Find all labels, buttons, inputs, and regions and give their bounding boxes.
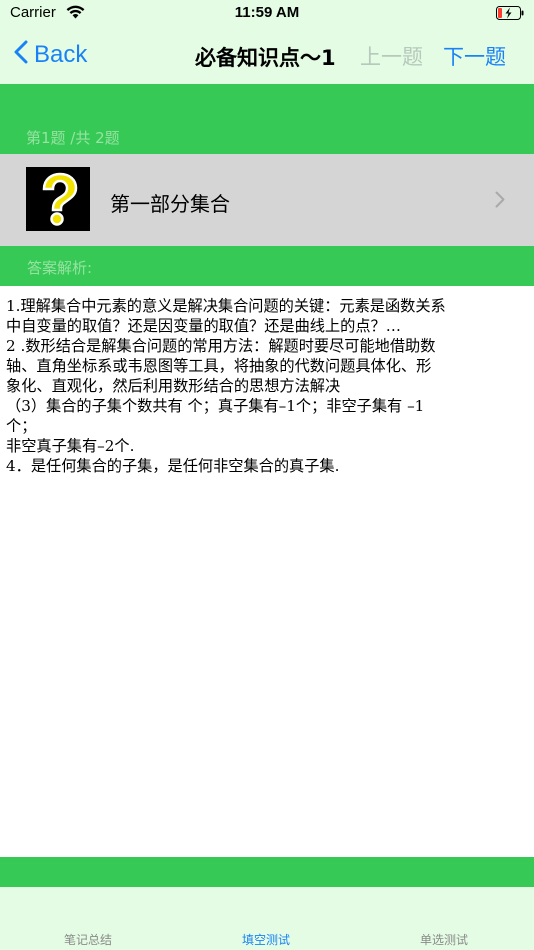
tab-single-choice-test[interactable]: 单选测试 xyxy=(384,931,504,948)
question-counter: 第1题 /共 2题 xyxy=(26,129,120,147)
tab-notes-summary[interactable]: 笔记总结 xyxy=(28,931,148,948)
status-time: 11:59 AM xyxy=(234,4,300,21)
answer-line: 非空真子集有–2个. xyxy=(6,437,135,455)
previous-question-button[interactable]: 上一题 xyxy=(360,41,423,71)
answer-label: 答案解析: xyxy=(27,259,93,277)
status-bar: Carrier 11:59 AM xyxy=(0,0,534,26)
back-label: Back xyxy=(34,41,88,68)
chevron-left-icon xyxy=(14,40,34,71)
answer-line: 轴、直角坐标系或韦恩图等工具，将抽象的代数问题具体化、形 xyxy=(6,357,432,375)
answer-line: 个； xyxy=(6,417,37,435)
back-button[interactable]: Back xyxy=(14,38,87,72)
question-counter-row: 第1题 /共 2题 xyxy=(0,118,534,154)
question-cell[interactable]: 第一部分集合 xyxy=(0,154,534,246)
answer-line: 2 .数形结合是解集合问题的常用方法：解题时要尽可能地借助数 xyxy=(6,337,436,355)
answer-line: （3）集合的子集个数共有 个；真子集有–1个；非空子集有 –1 xyxy=(6,397,425,415)
page-title: 必备知识点～1 xyxy=(195,46,336,70)
chevron-right-icon xyxy=(495,191,505,212)
tab-fill-in-test[interactable]: 填空测试 xyxy=(206,931,326,948)
answer-line: 象化、直观化，然后利用数形结合的思想方法解决 xyxy=(6,377,341,395)
header-green-band xyxy=(0,84,534,118)
next-question-button[interactable]: 下一题 xyxy=(443,41,506,71)
answer-line: 1.理解集合中元素的意义是解决集合问题的关键：元素是函数关系 xyxy=(6,297,446,315)
answer-line: 4．是任何集合的子集，是任何非空集合的真子集. xyxy=(6,457,340,475)
answer-text: 1.理解集合中元素的意义是解决集合问题的关键：元素是函数关系 中自变量的取值？还… xyxy=(6,296,530,476)
top-area: Carrier 11:59 AM Back 必备知识点～1 上一题 下一题 xyxy=(0,0,534,84)
answer-label-row: 答案解析: xyxy=(0,246,534,286)
question-title: 第一部分集合 xyxy=(110,192,230,216)
answer-line: 中自变量的取值？还是因变量的取值？还是曲线上的点？… xyxy=(6,317,401,335)
bottom-green-band xyxy=(0,857,534,887)
question-mark-icon xyxy=(26,167,90,231)
navigation-bar: Back 必备知识点～1 上一题 下一题 xyxy=(0,30,534,80)
battery-charging-icon xyxy=(496,6,524,20)
tab-bar: 笔记总结 填空测试 单选测试 xyxy=(0,887,534,950)
